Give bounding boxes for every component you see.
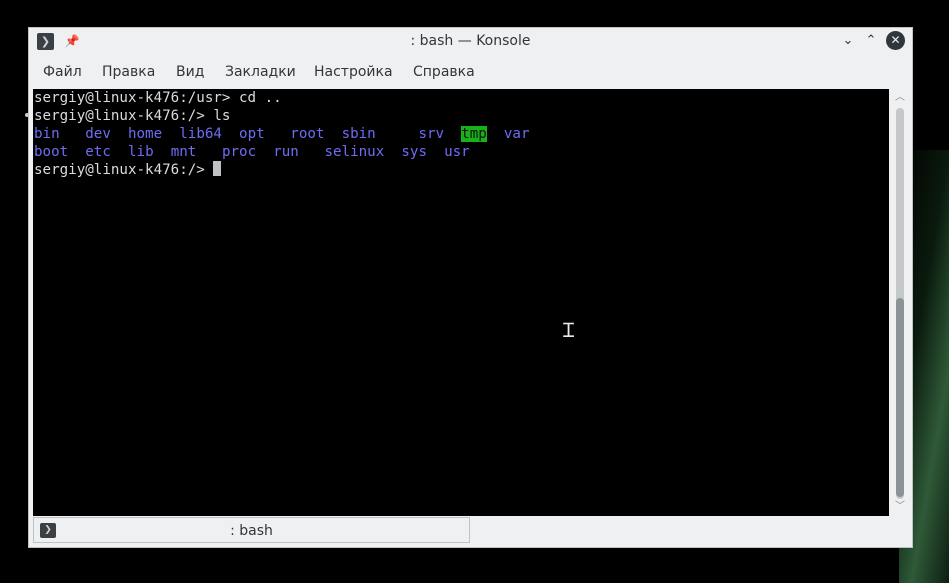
dir-entry: mnt: [170, 144, 197, 160]
terminal-prompt-line: sergiy@linux-k476:/>: [34, 161, 222, 179]
dir-entry: selinux: [324, 144, 385, 160]
title-bar[interactable]: ❯ 📌 : bash — Konsole ⌄ ⌃ ✕: [29, 28, 912, 55]
dir-entry: usr: [444, 144, 470, 160]
dir-entry: bin: [34, 126, 60, 142]
scrollbar[interactable]: ︿ ﹀: [890, 89, 910, 516]
menu-edit[interactable]: Правка: [102, 64, 155, 80]
scroll-thumb[interactable]: [896, 298, 904, 497]
terminal-line: sergiy@linux-k476:/> ls: [34, 108, 231, 124]
minimize-button[interactable]: ⌄: [838, 31, 858, 51]
dir-entry: dev: [85, 126, 111, 142]
ls-output-row: boot etc lib mnt proc run selinux sys us…: [34, 143, 470, 161]
dir-entry: proc: [221, 144, 257, 160]
ibeam-cursor-icon: Ɪ: [563, 318, 575, 342]
dir-entry: srv: [418, 126, 445, 142]
tab-label: : bash: [230, 523, 273, 539]
dir-entry: home: [127, 126, 163, 142]
dir-entry: var: [503, 126, 530, 142]
scroll-down-arrow-icon[interactable]: ﹀: [890, 499, 910, 515]
dir-entry: sys: [401, 144, 427, 160]
close-button[interactable]: ✕: [886, 31, 905, 50]
dir-entry: lib64: [179, 126, 222, 142]
dir-entry: etc: [85, 144, 111, 160]
menu-view[interactable]: Вид: [176, 64, 204, 80]
dir-entry-highlighted: tmp: [461, 126, 487, 142]
menu-settings[interactable]: Настройка: [314, 64, 393, 80]
scroll-up-arrow-icon[interactable]: ︿: [890, 90, 910, 106]
terminal-area[interactable]: sergiy@linux-k476:/usr> cd .. sergiy@lin…: [33, 89, 889, 516]
dir-entry: boot: [34, 144, 69, 160]
konsole-window: ❯ 📌 : bash — Konsole ⌄ ⌃ ✕ Файл Правка В…: [28, 27, 913, 548]
scroll-track[interactable]: [896, 108, 904, 499]
dir-entry: lib: [127, 144, 154, 160]
tab-bash[interactable]: ❯ : bash: [33, 517, 470, 543]
prompt: sergiy@linux-k476:/>: [34, 162, 214, 178]
maximize-button[interactable]: ⌃: [861, 31, 881, 51]
window-title: : bash — Konsole: [410, 33, 531, 49]
text-cursor: [213, 161, 222, 176]
dir-entry: root: [290, 126, 325, 142]
menu-file[interactable]: Файл: [43, 64, 82, 80]
terminal-line: sergiy@linux-k476:/usr> cd ..: [34, 90, 282, 106]
menu-bar: Файл Правка Вид Закладки Настройка Справ…: [29, 55, 912, 88]
menu-bookmarks[interactable]: Закладки: [225, 64, 296, 80]
ls-output-row: bin dev home lib64 opt root sbin srv tmp…: [34, 125, 530, 143]
dir-entry: sbin: [341, 126, 376, 142]
menu-help[interactable]: Справка: [413, 64, 475, 80]
dir-entry: run: [273, 144, 299, 160]
tab-bar: ❯ : bash: [29, 516, 912, 549]
dir-entry: opt: [239, 126, 265, 142]
